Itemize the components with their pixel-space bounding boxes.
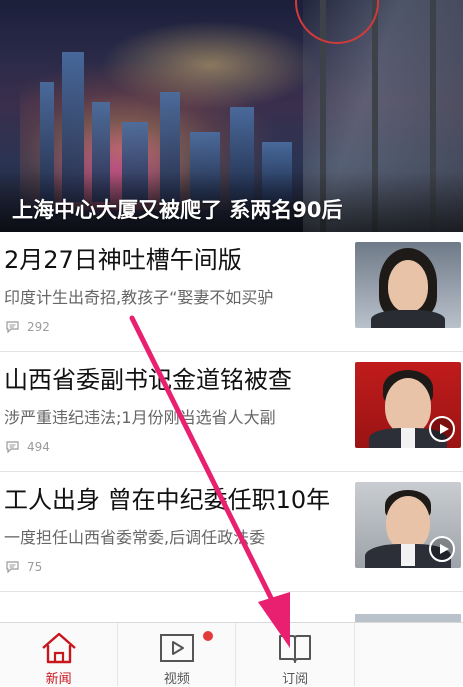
play-icon[interactable] (429, 536, 455, 562)
tab-label: 订阅 (282, 672, 309, 687)
thumb-figure (386, 496, 430, 550)
comment-count: 494 (27, 440, 50, 454)
hero-title: 上海中心大厦又被爬了 系两名90后 (12, 198, 343, 222)
list-item[interactable]: 工人出身 曾在中纪委任职10年 一度担任山西省委常委,后调任政法委 75 (0, 472, 463, 592)
book-icon (279, 635, 312, 663)
list-item[interactable]: 2月27日神吐槽午间版 印度计生出奇招,教孩子“娶妻不如买驴 292 (0, 232, 463, 352)
article-title: 2月27日神吐槽午间版 (4, 246, 242, 274)
comment-icon (6, 321, 19, 333)
notification-badge (203, 631, 214, 641)
list-item[interactable]: 山西省委副书记金道铭被查 涉严重违纪违法;1月份刚当选省人大副 494 (0, 352, 463, 472)
tab-label: 新闻 (45, 672, 72, 687)
tab-news[interactable]: 新闻 (0, 623, 119, 687)
video-play-icon (159, 634, 194, 662)
thumb-figure (388, 260, 428, 312)
tab-more[interactable] (355, 623, 463, 686)
home-icon (41, 632, 76, 664)
article-meta: 75 (6, 560, 42, 574)
comment-count: 292 (27, 320, 50, 334)
article-title: 工人出身 曾在中纪委任职10年 (4, 486, 331, 514)
bottom-nav: 新闻 视频 订阅 (0, 622, 463, 687)
play-icon[interactable] (429, 416, 455, 442)
comment-count: 75 (27, 560, 43, 574)
tab-label: 视频 (163, 672, 190, 687)
article-meta: 292 (6, 320, 50, 334)
article-thumbnail (355, 362, 461, 448)
article-thumbnail (355, 242, 461, 328)
comment-icon (6, 561, 19, 573)
article-meta: 494 (6, 440, 50, 454)
article-thumbnail (355, 482, 461, 568)
hero-banner[interactable]: 上海中心大厦又被爬了 系两名90后 (0, 0, 463, 232)
comment-icon (6, 441, 19, 453)
article-summary: 涉严重违纪违法;1月份刚当选省人大副 (4, 408, 276, 427)
thumb-figure (401, 428, 415, 448)
thumb-figure (385, 378, 431, 434)
list-item-partial[interactable] (0, 600, 463, 624)
article-title: 山西省委副书记金道铭被查 (4, 366, 292, 394)
thumb-figure (401, 544, 415, 566)
article-summary: 一度担任山西省委常委,后调任政法委 (4, 528, 266, 547)
tab-video[interactable]: 视频 (118, 623, 237, 687)
article-summary: 印度计生出奇招,教孩子“娶妻不如买驴 (4, 288, 274, 307)
tab-subscribe[interactable]: 订阅 (236, 623, 355, 687)
thumb-figure (371, 310, 445, 328)
